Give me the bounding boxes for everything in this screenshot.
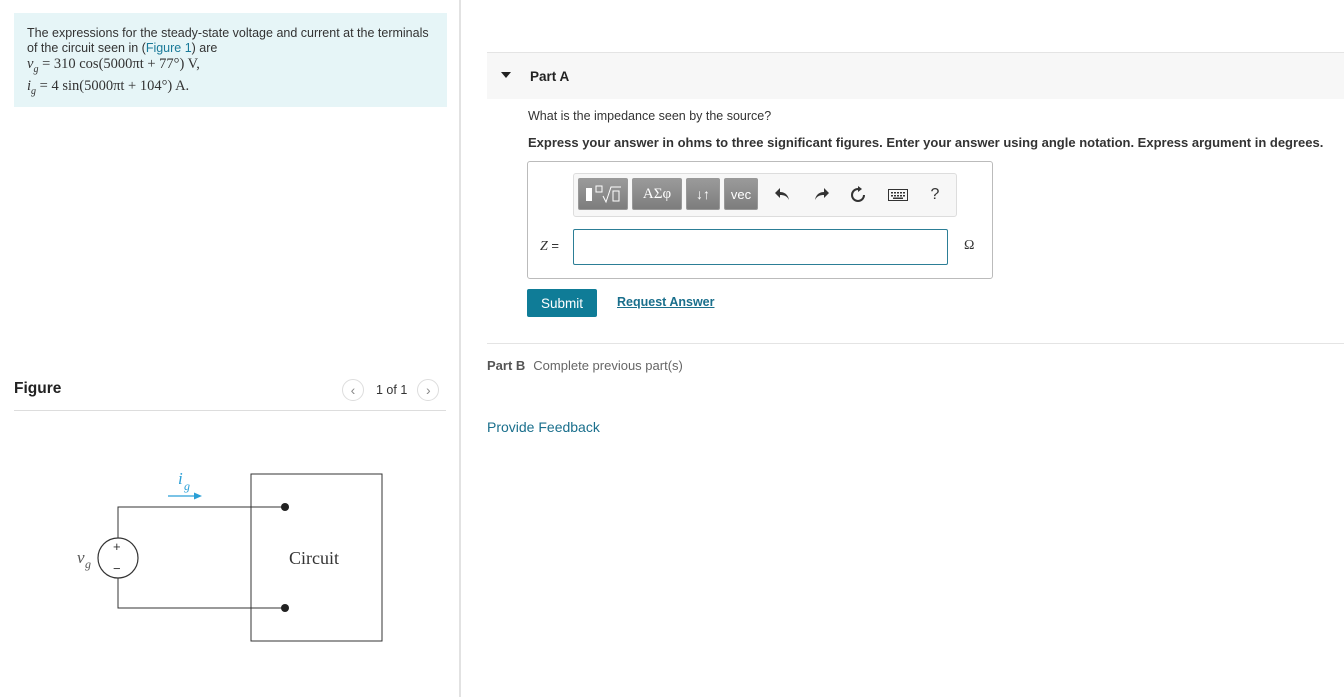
source-minus: − <box>113 561 121 576</box>
part-b-header: Part B Complete previous part(s) <box>487 358 683 373</box>
top-wire <box>117 506 285 539</box>
top-terminal <box>281 503 289 511</box>
figure-link[interactable]: Figure 1 <box>146 41 192 55</box>
greek-button[interactable]: ΑΣφ <box>632 178 682 210</box>
arrows-button[interactable]: ↓↑ <box>686 178 720 210</box>
undo-icon[interactable] <box>772 184 794 206</box>
bottom-terminal <box>281 604 289 612</box>
impedance-input[interactable] <box>573 229 948 265</box>
bottom-wire <box>117 577 285 609</box>
problem-statement: The expressions for the steady-state vol… <box>14 13 447 107</box>
problem-text-start: The expressions for the steady-state vol… <box>27 26 429 55</box>
templates-icon[interactable] <box>578 178 628 210</box>
current-label-var: i <box>178 469 183 488</box>
current-equation: ig = 4 sin(5000πt + 104°) A. <box>27 78 434 100</box>
eq1-rhs: = 310 cos(5000πt + 77°) V, <box>38 56 200 72</box>
math-toolbar: ΑΣφ ↓↑ vec ? <box>573 173 957 217</box>
circuit-box-label: Circuit <box>289 548 339 568</box>
answer-var: Z <box>540 239 548 254</box>
part-b-title: Part B <box>487 358 526 373</box>
unit-label: Ω <box>964 238 975 253</box>
pager-text: 1 of 1 <box>376 383 408 397</box>
answer-box: ΑΣφ ↓↑ vec ? Z = Ω <box>527 161 993 279</box>
help-button[interactable]: ? <box>924 184 946 206</box>
eq2-rhs: = 4 sin(5000πt + 104°) A. <box>36 77 190 94</box>
part-divider <box>487 343 1344 344</box>
request-answer-link[interactable]: Request Answer <box>617 295 714 309</box>
instruction-text: Express your answer in ohms to three sig… <box>528 135 1324 150</box>
problem-text: The expressions for the steady-state vol… <box>27 26 434 56</box>
submit-button[interactable]: Submit <box>527 289 597 317</box>
redo-icon[interactable] <box>810 184 832 206</box>
figure-pager: ‹ 1 of 1 › <box>342 379 440 401</box>
answer-label: Z = <box>540 238 559 255</box>
provide-feedback-link[interactable]: Provide Feedback <box>487 419 600 435</box>
keyboard-icon[interactable] <box>886 184 910 206</box>
part-b-message: Complete previous part(s) <box>533 358 683 373</box>
reset-icon[interactable] <box>847 184 869 206</box>
current-arrow-head <box>194 492 202 500</box>
voltage-label-sub: g <box>85 557 91 571</box>
part-a-title: Part A <box>530 69 570 84</box>
source-plus: + <box>113 539 121 554</box>
figure-divider <box>14 410 446 411</box>
voltage-label-var: v <box>77 548 85 567</box>
part-a-header[interactable]: Part A <box>487 52 1344 99</box>
figure-title: Figure <box>14 380 62 397</box>
templates-glyph <box>586 185 621 204</box>
chevron-right-icon[interactable]: › <box>417 379 440 401</box>
circuit-diagram: i g + − v g Circuit <box>77 469 383 642</box>
collapse-triangle-icon[interactable] <box>501 72 511 78</box>
voltage-equation: vg = 310 cos(5000πt + 77°) V, <box>27 56 434 78</box>
answer-eq: = <box>547 238 560 253</box>
vec-button[interactable]: vec <box>724 178 758 210</box>
question-text: What is the impedance seen by the source… <box>528 109 772 123</box>
column-divider <box>459 0 461 697</box>
current-label-sub: g <box>184 479 190 493</box>
chevron-left-icon[interactable]: ‹ <box>342 379 364 401</box>
problem-text-end: ) are <box>191 41 218 55</box>
